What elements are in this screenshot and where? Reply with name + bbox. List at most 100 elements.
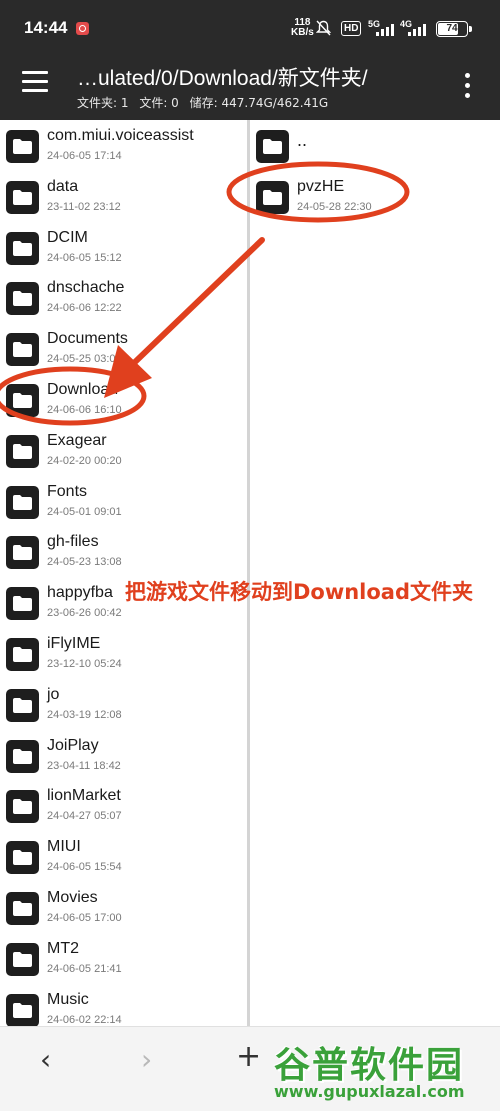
network-speed: 118 KB/s bbox=[291, 18, 314, 38]
hd-voice-badge: HD bbox=[341, 21, 362, 36]
folder-icon bbox=[6, 434, 39, 468]
folder-icon bbox=[256, 181, 289, 214]
folder-row[interactable]: Music 24-06-02 22:14 bbox=[0, 984, 247, 1026]
folder-date: 24-06-05 17:00 bbox=[47, 912, 122, 924]
folder-name: Fonts bbox=[47, 482, 88, 500]
folder-name: Documents bbox=[47, 330, 128, 348]
folder-date: 24-06-02 22:14 bbox=[47, 1013, 122, 1026]
battery-icon: 74 bbox=[436, 21, 472, 37]
folder-name: MIUI bbox=[47, 838, 81, 856]
folder-row[interactable]: Movies 24-06-05 17:00 bbox=[0, 882, 247, 933]
folder-date: 23-04-11 18:42 bbox=[47, 759, 121, 772]
folder-icon bbox=[6, 536, 39, 570]
file-count: 文件: 0 bbox=[139, 96, 179, 110]
folder-name: iFlyIME bbox=[47, 635, 101, 652]
watermark-url: www.gupuxlazal.com bbox=[274, 1082, 465, 1101]
back-button[interactable]: ‹ bbox=[40, 1043, 51, 1076]
folder-name: MT2 bbox=[47, 939, 79, 957]
folder-date: 24-06-05 15:12 bbox=[47, 251, 122, 264]
current-path: …ulated/0/Download/新文件夹/ bbox=[77, 67, 368, 90]
folder-row[interactable]: DCIM 24-06-05 15:12 bbox=[0, 222, 247, 273]
folder-date: 24-03-19 12:08 bbox=[47, 708, 122, 721]
app-bar: …ulated/0/Download/新文件夹/ 文件夹: 1 文件: 0 储存… bbox=[0, 58, 500, 120]
folder-row[interactable]: gh-files 24-05-23 13:08 bbox=[0, 526, 247, 577]
folder-row[interactable]: jo 24-03-19 12:08 bbox=[0, 679, 247, 730]
network-speed-unit: KB/s bbox=[291, 27, 314, 38]
forward-button[interactable]: › bbox=[141, 1043, 152, 1076]
folder-date: 24-05-23 13:08 bbox=[47, 556, 122, 569]
folder-icon bbox=[6, 180, 39, 214]
status-time: 14:44 bbox=[24, 18, 68, 37]
folder-icon bbox=[6, 739, 39, 773]
menu-icon[interactable] bbox=[22, 71, 48, 93]
folder-date: 23-12-10 05:24 bbox=[47, 658, 122, 670]
folder-date: 24-06-05 21:41 bbox=[47, 962, 122, 975]
folder-row[interactable]: MIUI 24-06-05 15:54 bbox=[0, 831, 247, 882]
folder-name: JoiPlay bbox=[47, 736, 99, 754]
battery-level: 74 bbox=[446, 23, 458, 34]
mute-bell-icon bbox=[315, 20, 332, 40]
folder-icon bbox=[6, 282, 39, 316]
folder-row[interactable]: dnschache 24-06-06 12:22 bbox=[0, 272, 247, 323]
folder-row[interactable]: Download 24-06-06 16:10 bbox=[0, 374, 247, 425]
folder-row[interactable]: data 23-11-02 23:12 bbox=[0, 171, 247, 222]
folder-date: 24-06-06 12:22 bbox=[47, 302, 122, 315]
folder-name: Music bbox=[47, 990, 89, 1008]
folder-icon bbox=[256, 130, 289, 163]
folder-name: Download bbox=[47, 381, 119, 398]
folder-icon bbox=[6, 638, 39, 671]
folder-name: Exagear bbox=[47, 431, 107, 449]
add-button[interactable]: + bbox=[236, 1039, 261, 1074]
folder-name: com.miui.voiceassist bbox=[47, 127, 194, 144]
folder-date: 24-04-27 05:07 bbox=[47, 810, 122, 823]
parent-folder-label: .. bbox=[297, 130, 308, 150]
folder-date: 24-05-25 03:09 bbox=[47, 353, 122, 366]
folder-row[interactable]: iFlyIME 23-12-10 05:24 bbox=[0, 628, 247, 679]
watermark-brand: 谷普软件园 bbox=[274, 1045, 465, 1086]
folder-row[interactable]: Documents 24-05-25 03:09 bbox=[0, 323, 247, 374]
folder-row[interactable]: MT2 24-06-05 21:41 bbox=[0, 933, 247, 984]
folder-date: 24-05-28 22:30 bbox=[297, 201, 372, 213]
right-file-pane[interactable]: .. pvzHE 24-05-28 22:30 bbox=[250, 120, 500, 1026]
folder-icon bbox=[6, 231, 39, 265]
site-watermark: 谷普软件园 www.gupuxlazal.com bbox=[266, 1032, 496, 1104]
folder-row[interactable]: Exagear 24-02-20 00:20 bbox=[0, 425, 247, 476]
folder-date: 24-06-05 15:54 bbox=[47, 861, 122, 874]
folder-icon bbox=[6, 130, 39, 163]
folder-icon bbox=[6, 942, 39, 976]
folder-icon bbox=[6, 485, 39, 519]
folder-icon bbox=[6, 333, 39, 367]
more-options-icon[interactable] bbox=[465, 73, 471, 99]
folder-date: 23-06-26 00:42 bbox=[47, 607, 122, 620]
folder-date: 24-05-01 09:01 bbox=[47, 505, 122, 518]
folder-row[interactable]: JoiPlay 23-04-11 18:42 bbox=[0, 730, 247, 781]
folder-icon bbox=[6, 993, 39, 1026]
left-file-pane[interactable]: com.miui.voiceassist 24-06-05 17:14 data 23… bbox=[0, 120, 247, 1026]
folder-row[interactable]: Fonts 24-05-01 09:01 bbox=[0, 476, 247, 527]
folder-date: 24-06-06 16:10 bbox=[47, 404, 122, 416]
folder-icon bbox=[6, 841, 39, 875]
folder-name: happyfba bbox=[47, 584, 113, 602]
folder-row[interactable]: lionMarket 24-04-27 05:07 bbox=[0, 780, 247, 831]
folder-row[interactable]: pvzHE 24-05-28 22:30 bbox=[250, 171, 500, 222]
folder-count: 文件夹: 1 bbox=[77, 96, 129, 110]
folder-row[interactable]: com.miui.voiceassist 24-06-05 17:14 bbox=[0, 120, 247, 171]
folder-date: 24-02-20 00:20 bbox=[47, 454, 122, 467]
parent-folder-row[interactable]: .. bbox=[250, 120, 500, 171]
folder-icon bbox=[6, 587, 39, 621]
folder-icon bbox=[6, 688, 39, 722]
folder-date: 24-06-05 17:14 bbox=[47, 150, 122, 162]
folder-name: data bbox=[47, 177, 79, 195]
folder-icon bbox=[6, 892, 39, 925]
folder-icon bbox=[6, 384, 39, 417]
folder-name: jo bbox=[47, 685, 60, 703]
storage-usage: 储存: 447.74G/462.41G bbox=[189, 96, 329, 110]
folder-name: gh-files bbox=[47, 533, 99, 551]
status-bar: 14:44 118 KB/s HD 5G 4G 74 bbox=[0, 0, 500, 58]
folder-name: DCIM bbox=[47, 228, 88, 246]
path-summary: 文件夹: 1 文件: 0 储存: 447.74G/462.41G bbox=[77, 94, 335, 111]
folder-icon bbox=[6, 790, 39, 824]
annotation-caption: 把游戏文件移动到Download文件夹 bbox=[124, 580, 474, 604]
app-notification-icon bbox=[76, 22, 89, 35]
folder-name: dnschache bbox=[47, 279, 125, 297]
